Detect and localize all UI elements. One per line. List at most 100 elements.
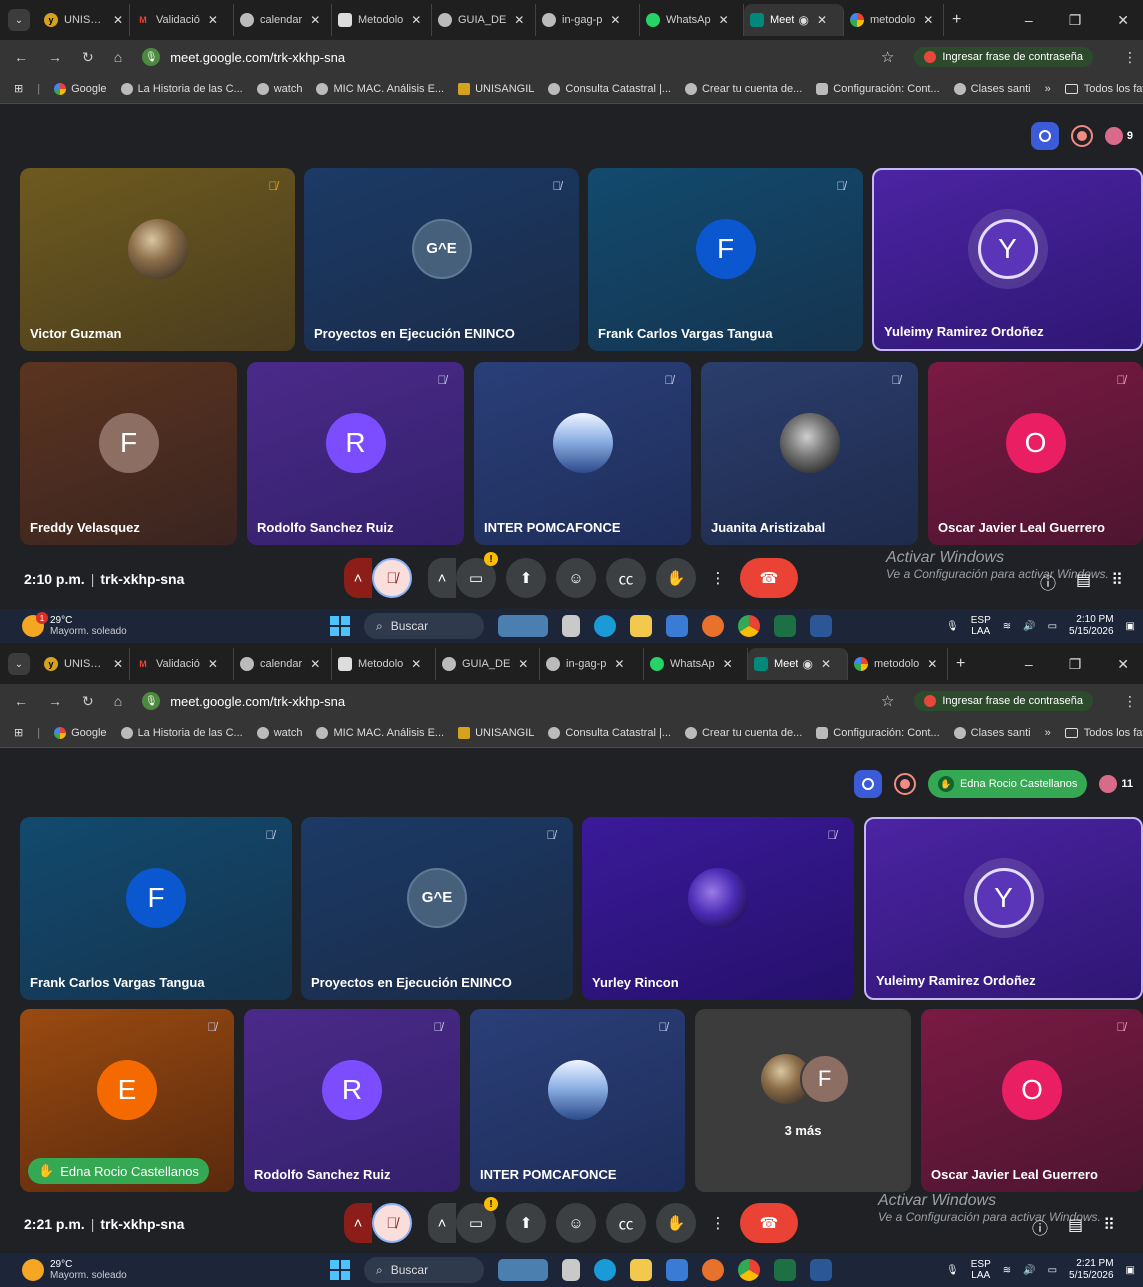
mic-permission-icon[interactable]: 🎙 xyxy=(142,48,161,66)
bookmark-star-icon[interactable]: ☆ xyxy=(881,692,894,710)
companion-icon[interactable] xyxy=(853,770,882,798)
mic-off-button[interactable]: 🎙̸ xyxy=(372,558,412,598)
excel-icon[interactable] xyxy=(774,1259,796,1281)
participant-tile-pinned[interactable]: Y Yuleimy Ramirez Ordoñez xyxy=(864,817,1143,1000)
language-indicator[interactable]: ESP LAA xyxy=(971,615,991,637)
close-icon[interactable]: ✕ xyxy=(614,657,624,671)
close-icon[interactable]: ✕ xyxy=(411,657,421,671)
participant-tile[interactable]: 🎙̸ G^E Proyectos en Ejecución ENINCO xyxy=(304,168,579,351)
reload-icon[interactable]: ↻ xyxy=(82,693,94,710)
activities-icon[interactable]: ⠿ xyxy=(1111,570,1123,594)
bookmark-unisangil[interactable]: UNISANGIL xyxy=(458,82,534,95)
close-icon[interactable]: ✕ xyxy=(518,657,528,671)
participant-tile[interactable]: 🎙̸ R Rodolfo Sanchez Ruiz xyxy=(244,1009,460,1192)
close-icon[interactable]: ✕ xyxy=(208,657,218,671)
participant-tile[interactable]: 🎙̸ O Oscar Javier Leal Guerrero xyxy=(921,1009,1143,1192)
bookmark-catastral[interactable]: Consulta Catastral |... xyxy=(548,726,671,739)
office-icon[interactable] xyxy=(702,615,724,637)
tab-meet[interactable]: Meet ◉ ✕ xyxy=(748,648,848,680)
raise-hand-button[interactable]: ✋ xyxy=(656,1203,696,1243)
participant-tile[interactable]: F Freddy Velasquez xyxy=(20,362,237,545)
info-icon[interactable]: ⓘ xyxy=(1032,1215,1048,1239)
url-field[interactable]: 🎙 meet.google.com/trk-xkhp-sna ☆ xyxy=(142,692,894,710)
close-icon[interactable]: ✕ xyxy=(514,13,524,27)
tab-metodologia[interactable]: Metodolo ✕ xyxy=(332,648,436,680)
emoji-button[interactable]: ☺ xyxy=(556,558,596,598)
menu-kebab-icon[interactable]: ⋮ xyxy=(1123,49,1143,66)
more-participants-tile[interactable]: F 3 más xyxy=(695,1009,911,1192)
participant-tile[interactable]: 🎙̸ G^E Proyectos en Ejecución ENINCO xyxy=(301,817,573,1000)
more-options-icon[interactable]: ⋮ xyxy=(706,558,730,598)
edge-icon[interactable] xyxy=(594,1259,616,1281)
close-icon[interactable]: ✕ xyxy=(923,13,933,27)
participant-tile[interactable]: 🎙̸ Victor Guzman xyxy=(20,168,295,351)
mic-permission-icon[interactable]: 🎙 xyxy=(142,692,161,710)
weather-widget[interactable]: 1 29°C Mayorm. soleado xyxy=(0,612,127,637)
excel-icon[interactable] xyxy=(774,615,796,637)
more-options-icon[interactable]: ⋮ xyxy=(706,1203,730,1243)
apps-grid-icon[interactable]: ⊞ xyxy=(14,726,23,739)
recording-button[interactable] xyxy=(893,773,916,795)
tab-meet[interactable]: Meet ◉ ✕ xyxy=(744,4,844,36)
tab-in-gag[interactable]: in-gag-p ✕ xyxy=(536,4,640,36)
close-window-icon[interactable]: ✕ xyxy=(1117,12,1129,29)
tab-gmail[interactable]: M Validació ✕ xyxy=(130,4,234,36)
weather-widget[interactable]: 29°C Mayorm. soleado xyxy=(0,1259,127,1281)
bookmark-watch[interactable]: watch xyxy=(256,82,302,95)
companion-icon[interactable] xyxy=(1030,122,1059,150)
minimize-icon[interactable]: – xyxy=(1025,656,1033,673)
participants-button[interactable]: 9 xyxy=(1104,127,1133,145)
bookmark-micmac[interactable]: MIC MAC. Análisis E... xyxy=(316,82,444,95)
participants-button[interactable]: 11 xyxy=(1099,775,1133,793)
bookmark-micmac[interactable]: MIC MAC. Análisis E... xyxy=(316,726,444,739)
language-indicator[interactable]: ESP LAA xyxy=(971,1259,991,1281)
forward-icon[interactable]: → xyxy=(48,693,62,709)
chrome-icon[interactable] xyxy=(738,1259,760,1281)
new-tab-button[interactable]: + xyxy=(952,11,961,29)
notification-icon[interactable]: ▣ xyxy=(1126,621,1135,632)
tab-metodologia[interactable]: Metodolo ✕ xyxy=(332,4,432,36)
more-bookmarks-icon[interactable]: » xyxy=(1045,83,1051,95)
tab-unisangil[interactable]: yUNISANG✕ xyxy=(38,4,130,36)
taskbar-clock[interactable]: 2:10 PM 5/15/2026 xyxy=(1069,614,1114,638)
tab-google[interactable]: metodolo ✕ xyxy=(844,4,944,36)
restore-icon[interactable]: ❐ xyxy=(1069,656,1082,673)
close-icon[interactable]: ✕ xyxy=(821,657,831,671)
more-bookmarks-icon[interactable]: » xyxy=(1045,727,1051,739)
bookmark-clases[interactable]: Clases santi xyxy=(953,82,1031,95)
minimize-icon[interactable]: – xyxy=(1025,12,1033,29)
close-icon[interactable]: ✕ xyxy=(208,13,218,27)
mic-tray-icon[interactable]: 🎙 xyxy=(946,1265,959,1276)
bookmark-catastral[interactable]: Consulta Catastral |... xyxy=(548,82,671,95)
taskbar-search[interactable]: ⌕ Buscar xyxy=(364,1257,484,1283)
bookmark-crear-cuenta[interactable]: Crear tu cuenta de... xyxy=(684,726,802,739)
tab-whatsapp[interactable]: WhatsAp ✕ xyxy=(644,648,748,680)
forward-icon[interactable]: → xyxy=(48,49,62,65)
tab-search-icon[interactable]: ⌄ xyxy=(8,653,30,675)
url-field[interactable]: 🎙 meet.google.com/trk-xkhp-sna ☆ xyxy=(142,48,894,66)
store-icon[interactable] xyxy=(666,615,688,637)
chat-icon[interactable]: ▤ xyxy=(1068,1215,1083,1239)
reload-icon[interactable]: ↻ xyxy=(82,49,94,66)
tab-in-gag[interactable]: in-gag-p ✕ xyxy=(540,648,644,680)
info-icon[interactable]: ⓘ xyxy=(1040,570,1056,594)
battery-icon[interactable]: ▭ xyxy=(1048,621,1057,632)
video-options-chevron-icon[interactable]: ˄ xyxy=(428,1203,456,1243)
tab-google[interactable]: metodolo ✕ xyxy=(848,648,948,680)
chrome-icon[interactable] xyxy=(738,615,760,637)
taskbar-search[interactable]: ⌕ Buscar xyxy=(364,613,484,639)
participant-tile[interactable]: 🎙̸ INTER POMCAFONCE xyxy=(474,362,691,545)
recording-button[interactable] xyxy=(1070,125,1093,147)
wifi-icon[interactable]: ≋ xyxy=(1003,1265,1011,1276)
store-icon[interactable] xyxy=(666,1259,688,1281)
password-prompt[interactable]: Ingresar frase de contraseña xyxy=(914,691,1093,711)
bookmark-historia[interactable]: La Historia de las C... xyxy=(120,726,243,739)
tab-guia[interactable]: GUIA_DE ✕ xyxy=(432,4,536,36)
present-screen-button[interactable]: ⬆ xyxy=(506,558,546,598)
raise-hand-button[interactable]: ✋ xyxy=(656,558,696,598)
present-screen-button[interactable]: ⬆ xyxy=(506,1203,546,1243)
tab-calendar[interactable]: calendar ✕ xyxy=(234,4,332,36)
close-icon[interactable]: ✕ xyxy=(310,13,320,27)
bookmark-unisangil[interactable]: UNISANGIL xyxy=(458,726,534,739)
taskbar-clock[interactable]: 2:21 PM 5/15/2026 xyxy=(1069,1258,1114,1282)
